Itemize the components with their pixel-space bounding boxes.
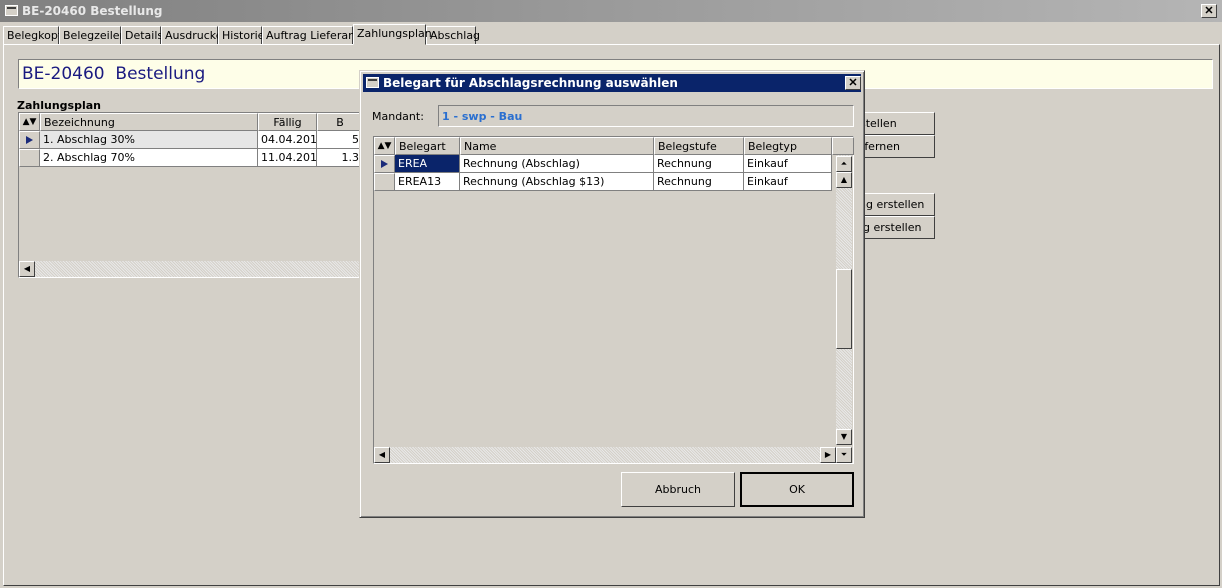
tab-auftrag-lieferant[interactable]: Auftrag Lieferant (262, 26, 359, 45)
table-row-cell[interactable]: Rechnung (654, 173, 744, 191)
table-row-cell[interactable]: Rechnung (Abschlag) (460, 155, 654, 173)
table-row-cell[interactable]: EREA (395, 155, 460, 173)
mandant-field: 1 - swp - Bau (438, 105, 854, 127)
col-header-belegtyp[interactable]: Belegtyp (744, 137, 832, 155)
col-header-betrag[interactable]: B (317, 113, 363, 131)
table-row-cell[interactable]: Einkauf (744, 173, 832, 191)
row-pointer-icon (381, 160, 388, 168)
row-selector[interactable] (19, 149, 40, 167)
sort-icon: ▲▼ (22, 117, 37, 127)
zahlungsplan-label: Zahlungsplan (17, 99, 101, 112)
scroll-last-button[interactable]: ⏷ (836, 447, 852, 463)
table-row-cell[interactable]: 11.04.2014 (258, 149, 317, 167)
scroll-left-button[interactable]: ◀ (374, 447, 390, 463)
horizontal-scrollbar[interactable]: ◀ ▶ (374, 447, 836, 463)
mandant-label: Mandant: (372, 110, 424, 123)
tab-historie[interactable]: Historie (218, 26, 264, 45)
belegart-dialog: Belegart für Abschlagsrechnung auswählen… (359, 70, 865, 518)
tab-details[interactable]: Details (121, 26, 163, 45)
dialog-title: Belegart für Abschlagsrechnung auswählen (383, 76, 678, 90)
scroll-first-button[interactable]: ⏶ (836, 156, 852, 172)
window-close-button[interactable]: ✕ (1201, 4, 1217, 18)
close-icon: ✕ (1204, 4, 1214, 17)
row-selector[interactable] (19, 131, 40, 149)
table-row-cell[interactable]: 1. Abschlag 30% (40, 131, 258, 149)
scroll-right-button[interactable]: ▶ (820, 447, 836, 463)
table-row-cell[interactable]: EREA13 (395, 173, 460, 191)
arrow-right-icon: ▶ (824, 450, 832, 459)
form-icon (366, 77, 379, 88)
row-selector[interactable] (374, 173, 395, 191)
scroll-left-button[interactable]: ◀ (19, 261, 35, 277)
grid-corner[interactable]: ▲▼ (19, 113, 40, 131)
arrow-first-icon: ⏶ (840, 159, 848, 168)
vertical-scrollbar[interactable]: ⏶ ▲ ▼ (836, 155, 852, 445)
col-header-spacer (832, 137, 854, 155)
window-titlebar: BE-20460 Bestellung ✕ (0, 0, 1222, 22)
ok-button[interactable]: OK (740, 472, 854, 507)
horizontal-scrollbar[interactable]: ◀ (19, 261, 362, 277)
grid-corner[interactable]: ▲▼ (374, 137, 395, 155)
arrow-last-icon: ⏷ (840, 450, 848, 459)
tab-zahlungsplan[interactable]: Zahlungsplan (353, 24, 432, 45)
col-header-name[interactable]: Name (460, 137, 654, 155)
arrow-down-icon: ▼ (840, 432, 848, 441)
table-row-cell[interactable]: Rechnung (Abschlag $13) (460, 173, 654, 191)
table-row-cell[interactable]: Rechnung (654, 155, 744, 173)
col-header-belegart[interactable]: Belegart (395, 137, 460, 155)
belegart-grid[interactable]: ▲▼ Belegart Name Belegstufe Belegtyp ERE… (373, 136, 854, 464)
table-row-cell[interactable]: 1.3 (317, 149, 363, 167)
col-header-bezeichnung[interactable]: Bezeichnung (40, 113, 258, 131)
dialog-close-button[interactable]: ✕ (845, 76, 861, 90)
dialog-titlebar: Belegart für Abschlagsrechnung auswählen… (363, 74, 861, 92)
arrow-left-icon: ◀ (378, 450, 386, 459)
col-header-faellig[interactable]: Fällig (258, 113, 317, 131)
tab-ausdrucke[interactable]: Ausdrucke (161, 26, 223, 45)
sort-icon: ▲▼ (377, 141, 392, 151)
page-title: BE-20460 Bestellung (22, 64, 206, 84)
tab-belegzeilen[interactable]: Belegzeilen (59, 26, 127, 45)
tab-abschlag[interactable]: Abschlag (426, 26, 480, 45)
scroll-thumb[interactable] (836, 269, 852, 349)
arrow-up-icon: ▲ (840, 175, 848, 184)
window-title: BE-20460 Bestellung (22, 4, 163, 18)
table-row-cell[interactable]: 5 (317, 131, 363, 149)
row-pointer-icon (26, 136, 33, 144)
row-selector[interactable] (374, 155, 395, 173)
arrow-left-icon: ◀ (23, 264, 31, 273)
scroll-down-button[interactable]: ▼ (836, 429, 852, 445)
cancel-button[interactable]: Abbruch (621, 472, 735, 507)
col-header-belegstufe[interactable]: Belegstufe (654, 137, 744, 155)
table-row-cell[interactable]: Einkauf (744, 155, 832, 173)
table-row-cell[interactable]: 04.04.2014 (258, 131, 317, 149)
scroll-up-button[interactable]: ▲ (836, 172, 852, 188)
form-icon (5, 5, 18, 16)
zahlungsplan-grid[interactable]: ▲▼ Bezeichnung Fällig B 1. Abschlag 30% … (18, 112, 363, 278)
close-icon: ✕ (848, 76, 858, 89)
table-row-cell[interactable]: 2. Abschlag 70% (40, 149, 258, 167)
tab-belegkopf[interactable]: Belegkopf (3, 26, 62, 45)
